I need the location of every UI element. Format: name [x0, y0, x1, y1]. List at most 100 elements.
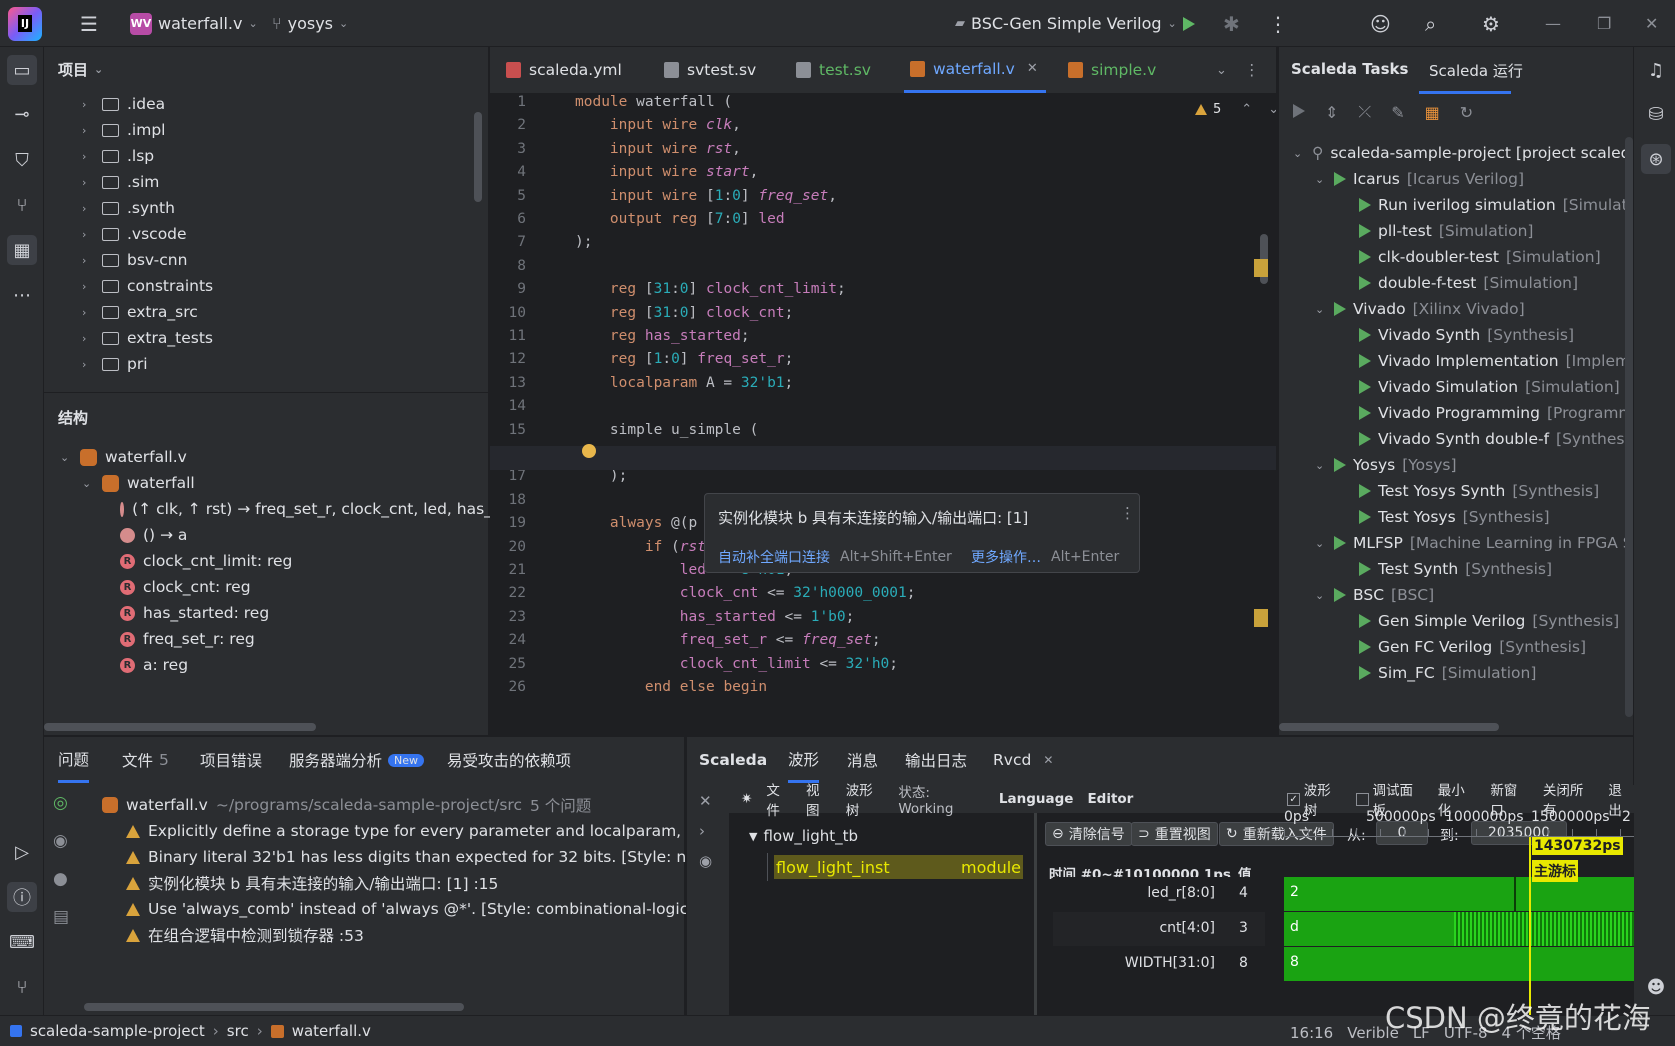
task-item[interactable]: Vivado Synth double-f [Synthesis]: [1359, 426, 1633, 452]
project-tree-item[interactable]: › extra_src: [82, 299, 198, 325]
project-tree-item[interactable]: › .lsp: [82, 143, 154, 169]
tab-vulnerable-deps[interactable]: 易受攻击的依赖项: [447, 737, 571, 783]
problems-scrollbar[interactable]: [84, 1003, 464, 1011]
project-tree-item[interactable]: › bsv-cnn: [82, 247, 187, 273]
run-task-icon[interactable]: [1359, 224, 1371, 238]
chevron-right-icon[interactable]: ›: [699, 822, 712, 840]
problem-item[interactable]: Explicitly define a storage type for eve…: [126, 818, 750, 844]
run-task-icon[interactable]: [1359, 614, 1371, 628]
project-tree-item[interactable]: › extra_tests: [82, 325, 213, 351]
close-icon[interactable]: ✕: [699, 792, 712, 810]
gitlab-icon[interactable]: ⛉: [7, 145, 37, 175]
task-group-bsc[interactable]: ⌄ BSC [BSC]: [1315, 582, 1434, 608]
project-panel-header[interactable]: 项目 ⌄: [58, 59, 103, 80]
project-tree-item[interactable]: › .sim: [82, 169, 159, 195]
reset-view-button[interactable]: ⊃ 重置视图: [1131, 822, 1218, 846]
menu-editor[interactable]: Editor: [1087, 791, 1133, 807]
task-item[interactable]: Sim_FC [Simulation]: [1359, 660, 1536, 686]
more-actions-link[interactable]: 更多操作…: [971, 547, 1041, 567]
scaleda-icon[interactable]: ⊛: [1641, 144, 1671, 174]
edit-icon[interactable]: ✎: [1391, 103, 1404, 122]
user-icon[interactable]: ☺: [1370, 0, 1391, 47]
project-root-node[interactable]: ⌄ ⚲ scaleda-sample-project [project scal…: [1293, 140, 1633, 166]
run-task-icon[interactable]: [1359, 250, 1371, 264]
tab-svtest-sv[interactable]: svtest.sv: [658, 47, 762, 93]
complete-ports-action[interactable]: 自动补全端口连接: [718, 547, 830, 567]
structure-file-node[interactable]: ⌄ waterfall.v: [60, 444, 187, 470]
menu-language[interactable]: Language: [999, 791, 1074, 807]
task-item[interactable]: Gen FC Verilog [Synthesis]: [1359, 634, 1586, 660]
run-task-icon[interactable]: [1359, 406, 1371, 420]
structure-icon[interactable]: ▦: [7, 235, 37, 265]
breadcrumb-project[interactable]: scaleda-sample-project: [30, 1022, 205, 1040]
structure-entry[interactable]: (↑ clk, ↑ rst) → freq_set_r, clock_cnt, …: [120, 496, 500, 522]
clear-signals-button[interactable]: ⊖ 清除信号: [1045, 822, 1132, 846]
signal-waveform[interactable]: d: [1284, 912, 1634, 946]
project-folder-icon[interactable]: ▭: [7, 55, 37, 85]
database-icon[interactable]: ⛁: [1641, 99, 1671, 129]
task-item[interactable]: Vivado Simulation [Simulation]: [1359, 374, 1620, 400]
signal-waveform[interactable]: 2: [1284, 877, 1634, 911]
caret-position[interactable]: 16:16: [1290, 1024, 1333, 1042]
task-item[interactable]: Test Yosys Synth [Synthesis]: [1359, 478, 1599, 504]
project-tree-item[interactable]: › constraints: [82, 273, 213, 299]
structure-entry[interactable]: () → a: [120, 522, 500, 548]
main-menu-icon[interactable]: ☰: [80, 0, 98, 47]
run-task-icon[interactable]: [1359, 328, 1371, 342]
more-tools-icon[interactable]: ⋯: [7, 280, 37, 310]
eye-icon[interactable]: ◉: [699, 852, 712, 870]
tab-more-icon[interactable]: ⋮: [1238, 47, 1266, 93]
breadcrumb-src[interactable]: src: [227, 1022, 249, 1040]
tab-server-analysis[interactable]: 服务器端分析 New: [289, 737, 425, 783]
run-icon[interactable]: [1183, 0, 1195, 47]
task-group-yosys[interactable]: ⌄ Yosys [Yosys]: [1315, 452, 1457, 478]
problem-item[interactable]: 在组合逻辑中检测到锁存器 :53: [126, 922, 364, 948]
tab-scaleda-yml[interactable]: scaleda.yml: [500, 47, 628, 93]
refresh-icon[interactable]: ↻: [1460, 103, 1473, 122]
problems-file-node[interactable]: waterfall.v ~/programs/scaleda-sample-pr…: [102, 792, 591, 818]
commit-icon[interactable]: ⊸: [7, 99, 37, 129]
task-item[interactable]: Test Yosys [Synthesis]: [1359, 504, 1550, 530]
tab-rvcd[interactable]: Rvcd ✕: [993, 737, 1053, 783]
project-selector[interactable]: WV waterfall.v ⌄: [130, 0, 258, 47]
task-item[interactable]: Run iverilog simulation [Simulation: [1359, 192, 1633, 218]
run-task-icon[interactable]: [1359, 432, 1371, 446]
close-icon[interactable]: ✕: [1645, 0, 1658, 47]
run-task-icon[interactable]: [1359, 484, 1371, 498]
restore-icon[interactable]: ❐: [1597, 0, 1611, 47]
wave-tree-root[interactable]: ▼ flow_light_tb: [749, 827, 858, 845]
tab-scaleda[interactable]: Scaleda: [699, 737, 767, 783]
problem-item[interactable]: Use 'always_comb' instead of 'always @*'…: [126, 896, 736, 922]
structure-entry[interactable]: Rhas_started: reg: [120, 600, 500, 626]
run-task-icon[interactable]: [1359, 666, 1371, 680]
palette-icon[interactable]: ▦: [1425, 103, 1440, 122]
structure-module-node[interactable]: ⌄ waterfall: [82, 470, 195, 496]
menu-wave-tree[interactable]: 波形树: [846, 779, 885, 819]
task-item[interactable]: Gen Simple Verilog [Synthesis]: [1359, 608, 1619, 634]
tab-simple-v[interactable]: simple.v: [1062, 47, 1162, 93]
next-highlight-icon[interactable]: ⌄: [1268, 102, 1276, 117]
timeline-ruler[interactable]: 0ps 500000ps 1000000ps 1500000ps 2: [1284, 809, 1634, 839]
menu-file[interactable]: 文件: [766, 779, 792, 819]
code-editor[interactable]: 1234567891011121314151617181920212223242…: [490, 94, 1276, 735]
run-task-icon[interactable]: [1359, 510, 1371, 524]
signal-waveform[interactable]: 8: [1284, 947, 1634, 981]
tab-output-log[interactable]: 输出日志: [905, 737, 967, 783]
gear-icon[interactable]: ✷: [741, 791, 752, 807]
problem-item[interactable]: Binary literal 32'b1 has less digits tha…: [126, 844, 746, 870]
editor-scrollbar[interactable]: [1254, 114, 1268, 734]
run-task-icon[interactable]: [1359, 640, 1371, 654]
problem-item[interactable]: 实例化模块 b 具有未连接的输入/输出端口: [1] :15: [126, 870, 498, 896]
run-task-icon[interactable]: [1359, 380, 1371, 394]
tab-scaleda-run[interactable]: Scaleda 运行: [1429, 60, 1523, 81]
close-tab-icon[interactable]: ✕: [1027, 61, 1038, 76]
project-tree-item[interactable]: › .vscode: [82, 221, 187, 247]
branch-selector[interactable]: ⑂ yosys ⌄: [272, 0, 348, 47]
auto-refresh-icon[interactable]: ◎: [53, 793, 69, 813]
run-task-icon[interactable]: [1359, 354, 1371, 368]
expand-all-icon[interactable]: ⇕: [1325, 103, 1338, 122]
more-icon[interactable]: ⋮: [1268, 0, 1288, 47]
tasks-hscrollbar[interactable]: [1279, 723, 1499, 731]
project-tree-item[interactable]: › pri: [82, 351, 148, 377]
preview-icon[interactable]: ▤: [53, 907, 69, 927]
